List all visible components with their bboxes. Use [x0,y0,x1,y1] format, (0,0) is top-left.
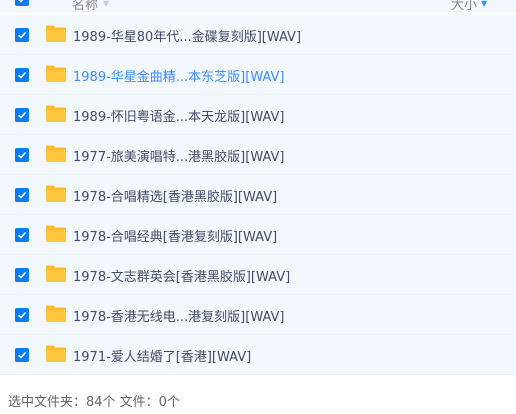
row-checkbox[interactable] [15,308,29,322]
folder-icon [46,65,66,82]
file-name[interactable]: 1978-合唱精选[香港黑胶版][WAV] [73,186,277,205]
file-list: 1989-华星80年代...金碟复刻版][WAV] 1989-华星金曲精...本… [0,15,516,375]
file-row[interactable]: 1978-香港无线电...港复刻版][WAV] [0,295,516,335]
file-name[interactable]: 1989-怀旧粤语金...本天龙版][WAV] [73,106,285,125]
file-row[interactable]: 1989-怀旧粤语金...本天龙版][WAV] [0,95,516,135]
row-checkbox[interactable] [15,268,29,282]
check-icon [17,311,27,319]
folder-icon [46,305,66,322]
file-row[interactable]: 1978-合唱精选[香港黑胶版][WAV] [0,175,516,215]
folder-icon [46,185,66,202]
folder-icon [46,105,66,122]
file-row[interactable]: 1971-爱人结婚了[香港][WAV] [0,335,516,375]
folder-icon [46,225,66,242]
file-name[interactable]: 1971-爱人结婚了[香港][WAV] [73,346,251,365]
file-row[interactable]: 1978-文志群英会[香港黑胶版][WAV] [0,255,516,295]
check-icon [17,351,27,359]
check-icon [17,231,27,239]
selection-status: 选中文件夹：84个 文件：0个 [8,395,180,410]
select-all-checkbox[interactable] [15,0,29,6]
file-name[interactable]: 1978-文志群英会[香港黑胶版][WAV] [73,266,290,285]
check-icon [17,71,27,79]
column-header-size[interactable]: 大小 [451,0,477,13]
file-name[interactable]: 1977-旅美演唱特...港黑胶版][WAV] [73,146,285,165]
row-checkbox[interactable] [15,348,29,362]
folder-icon [46,25,66,42]
folder-icon [46,145,66,162]
row-checkbox[interactable] [15,188,29,202]
row-checkbox[interactable] [15,228,29,242]
row-checkbox[interactable] [15,108,29,122]
check-icon [17,151,27,159]
check-icon [17,191,27,199]
file-row[interactable]: 1978-合唱经典[香港复刻版][WAV] [0,215,516,255]
check-icon [17,111,27,119]
file-name[interactable]: 1989-华星80年代...金碟复刻版][WAV] [73,26,301,45]
file-name[interactable]: 1978-合唱经典[香港复刻版][WAV] [73,226,277,245]
list-header: 名称 ▼ 大小 ▼ [0,0,516,13]
folder-icon [46,345,66,362]
check-icon [18,0,24,3]
row-checkbox[interactable] [15,28,29,42]
file-name[interactable]: 1989-华星金曲精...本东芝版][WAV] [73,66,285,85]
row-checkbox[interactable] [15,68,29,82]
file-row[interactable]: 1989-华星80年代...金碟复刻版][WAV] [0,15,516,55]
row-checkbox[interactable] [15,148,29,162]
file-row[interactable]: 1977-旅美演唱特...港黑胶版][WAV] [0,135,516,175]
column-header-name[interactable]: 名称 [72,0,98,13]
file-browser-window: 名称 ▼ 大小 ▼ 1989-华星80年代...金碟复刻版][WAV] 1989… [0,0,516,414]
sort-arrow-active-icon[interactable]: ▼ [481,0,487,8]
file-name[interactable]: 1978-香港无线电...港复刻版][WAV] [73,306,285,325]
folder-icon [46,265,66,282]
check-icon [17,271,27,279]
sort-arrow-icon[interactable]: ▼ [103,0,109,8]
file-row[interactable]: 1989-华星金曲精...本东芝版][WAV] [0,55,516,95]
check-icon [17,31,27,39]
